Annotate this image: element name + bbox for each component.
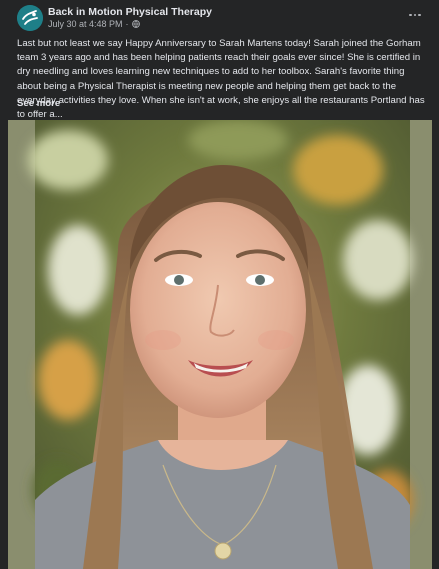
meta-separator: ·: [125, 19, 129, 29]
more-options-button[interactable]: [405, 8, 425, 22]
more-dots-icon: [409, 13, 412, 17]
more-dot: [413, 13, 417, 17]
page-name-link[interactable]: Back in Motion Physical Therapy: [48, 6, 212, 18]
brand-logo-icon: [17, 5, 43, 31]
more-dot: [418, 13, 421, 17]
globe-icon: [131, 20, 140, 28]
post-header: Back in Motion Physical Therapy July 30 …: [0, 0, 439, 36]
pendant: [214, 542, 232, 560]
post-photo[interactable]: [8, 120, 432, 569]
portrait-photo: [28, 120, 413, 569]
post-message: Last but not least we say Happy Annivers…: [17, 38, 425, 121]
post-meta: July 30 at 4:48 PM ·: [48, 19, 140, 29]
page-avatar[interactable]: [17, 5, 43, 31]
post-timestamp[interactable]: July 30 at 4:48 PM: [48, 19, 123, 29]
facebook-post: Back in Motion Physical Therapy July 30 …: [0, 0, 439, 569]
see-more-link[interactable]: See more: [17, 98, 60, 109]
